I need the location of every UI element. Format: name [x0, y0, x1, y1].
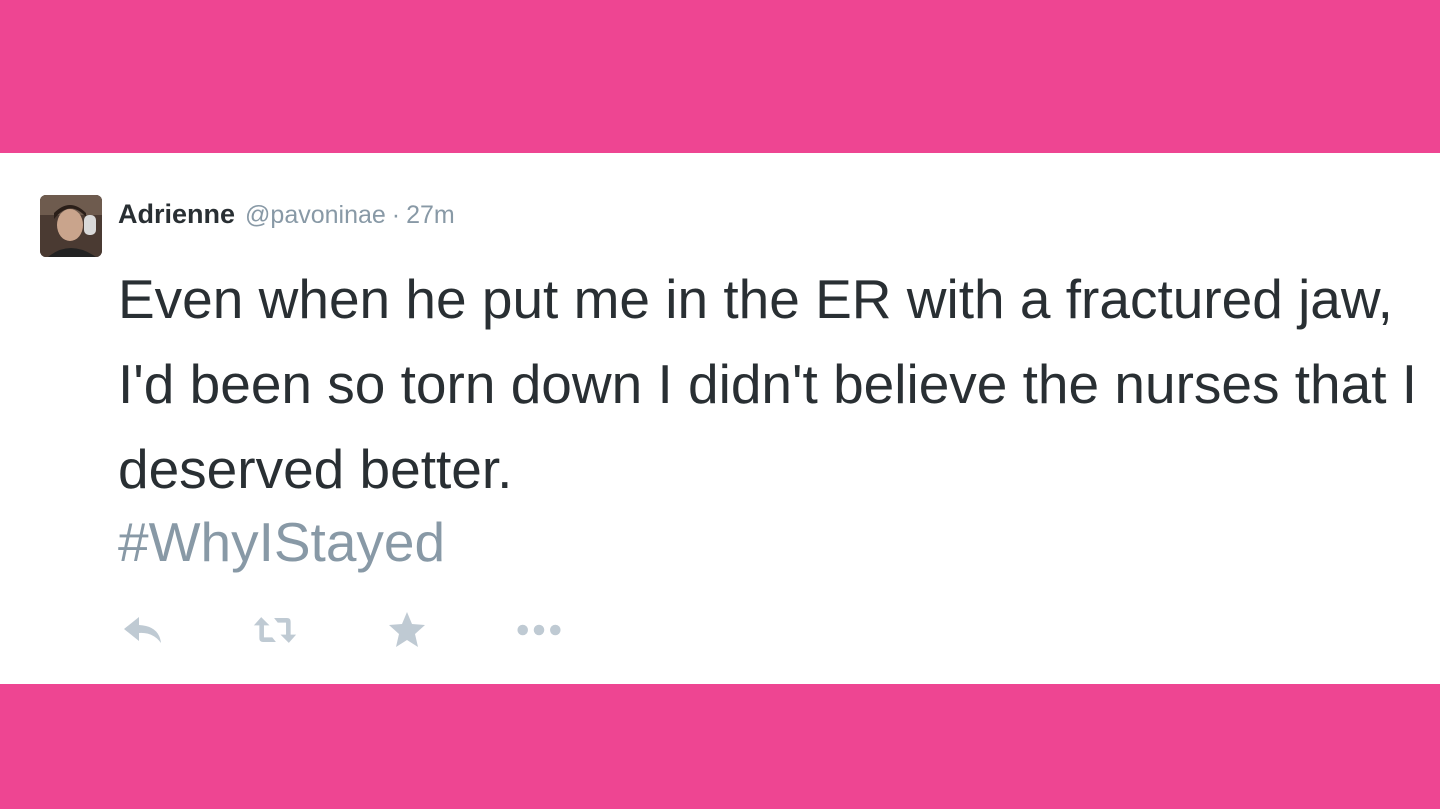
header-separator: · [391, 201, 401, 229]
retweet-icon [253, 617, 297, 643]
hashtag-link[interactable]: #WhyIStayed [118, 512, 445, 572]
author-name[interactable]: Adrienne [118, 199, 235, 230]
retweet-button[interactable] [252, 607, 298, 653]
author-handle[interactable]: @pavoninae [245, 201, 386, 230]
reply-button[interactable] [120, 607, 166, 653]
tweet-timestamp[interactable]: 27m [406, 201, 455, 230]
more-button[interactable] [516, 607, 562, 653]
tweet-text: Even when he put me in the ER with a fra… [118, 268, 1418, 500]
more-dots-icon [517, 624, 561, 636]
reply-icon [124, 617, 161, 643]
tweet-header: Adrienne @pavoninae · 27m [118, 199, 455, 239]
favorite-button[interactable] [384, 607, 430, 653]
favorite-star-icon [389, 612, 425, 647]
tweet-actions [120, 605, 648, 655]
avatar[interactable] [40, 195, 102, 257]
avatar-photo-icon [40, 195, 102, 257]
tweet-card: Adrienne @pavoninae · 27m Even when he p… [0, 153, 1440, 684]
pink-band-bottom [0, 684, 1440, 809]
pink-band-top [0, 0, 1440, 153]
